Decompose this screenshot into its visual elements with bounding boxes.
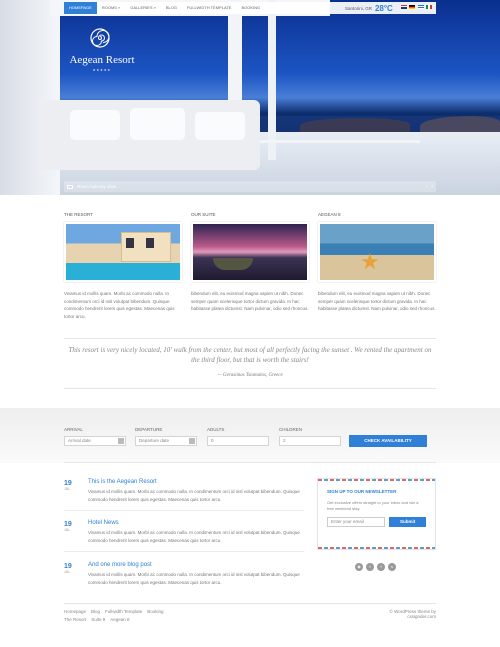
hero-island (300, 118, 410, 132)
footer-nav-secondary: The Resort Suite 8 Aegean 8 (64, 617, 130, 622)
post-date: 19 Jul (64, 480, 72, 491)
post-title[interactable]: Hotel News (88, 520, 119, 526)
slider-caption-bar: Room balcony view ‹ › (64, 181, 436, 192)
rss-icon[interactable]: ◉ (355, 563, 363, 571)
post-excerpt: Vivamus id mollis quam. Morbi ac commodo… (88, 530, 300, 543)
footer-nav: Homepage Blog Fullwidth Template Booking (64, 609, 163, 614)
post-month: Jul (64, 487, 71, 491)
aegean-thumbnail[interactable]: ★ (318, 222, 436, 282)
footer-link[interactable]: The Resort (64, 617, 86, 622)
post-title[interactable]: This is the Aegean Resort (88, 479, 157, 485)
testimonial-author: — Gerasimos Tsiamalos, Greece (217, 373, 283, 378)
hero-island (420, 116, 500, 132)
footer-link[interactable]: Aegean 8 (110, 617, 129, 622)
calendar-icon[interactable] (189, 438, 195, 444)
column-title: Our Suite (191, 212, 216, 217)
column-title: The Resort (64, 212, 93, 217)
footer-link[interactable]: Homepage (64, 609, 86, 614)
column-title: Aegean 8 (318, 212, 341, 217)
children-field[interactable]: 2 (279, 436, 341, 446)
divider (64, 551, 304, 552)
calendar-icon[interactable] (118, 438, 124, 444)
newsletter-box: Sign up to our newsletter Get exclusive … (317, 478, 436, 550)
flag-de-icon[interactable] (409, 5, 416, 9)
site-logo-text[interactable]: Aegean Resort (62, 54, 142, 66)
weather-widget: Santorini, GR 28°C (345, 4, 436, 13)
newsletter-submit-button[interactable]: Submit (389, 517, 426, 527)
footer-credit[interactable]: © WordPress theme by cssignder.com (360, 609, 437, 619)
newsletter-title: Sign up to our newsletter (327, 489, 397, 494)
post-title[interactable]: And one more blog post (88, 562, 152, 568)
post-day: 19 (64, 563, 72, 570)
departure-label: Departure (135, 427, 163, 432)
post-excerpt: Vivamus id mollis quam. Morbi ac commodo… (88, 572, 300, 585)
check-availability-button[interactable]: Check Availability (349, 435, 427, 447)
suite-thumbnail[interactable] (191, 222, 309, 282)
slider-caption: Room balcony view (77, 184, 117, 189)
testimonial-quote: This resort is very nicely located, 10' … (68, 346, 432, 364)
flag-it-icon[interactable] (426, 5, 432, 9)
nav-item-booking[interactable]: Booking (236, 2, 265, 14)
hero-railing (240, 140, 420, 176)
divider (64, 462, 436, 463)
adults-label: Adults (207, 427, 225, 432)
nav-item-blog[interactable]: Blog (161, 2, 182, 14)
rating-stars: ★★★★★ (92, 68, 112, 72)
post-month: Jul (64, 570, 71, 574)
footer-link[interactable]: Fullwidth Template (105, 609, 142, 614)
spiral-logo-icon[interactable] (90, 28, 110, 48)
arrival-date-field[interactable]: Arrival date (64, 436, 126, 446)
camera-icon (67, 184, 73, 189)
flag-uk-icon[interactable] (400, 5, 407, 9)
post-date: 19 Jul (64, 563, 72, 574)
adults-field[interactable]: 0 (207, 436, 269, 446)
post-date: 19 Jul (64, 521, 72, 532)
post-day: 19 (64, 521, 72, 528)
arrival-placeholder: Arrival date (68, 438, 91, 443)
weather-temperature: 28°C (374, 3, 393, 13)
hero-pillar (268, 0, 276, 160)
footer-link[interactable]: Suite 8 (91, 617, 105, 622)
nav-item-galleries[interactable]: Galleries » (125, 2, 161, 14)
children-label: Children (279, 427, 303, 432)
arrival-label: Arrival (64, 427, 83, 432)
twitter-icon[interactable]: t (366, 563, 374, 571)
post-day: 19 (64, 480, 72, 487)
footer-divider (64, 603, 436, 604)
main-nav: Homepage Rooms » Galleries » Blog Fullwi… (64, 2, 436, 14)
hero-slider (0, 0, 500, 195)
flag-gr-icon[interactable] (417, 5, 424, 9)
hero-couch (40, 100, 260, 170)
divider (64, 510, 304, 511)
divider (64, 388, 436, 389)
footer-link[interactable]: Blog (91, 609, 100, 614)
newsletter-email-input[interactable]: Enter your email (327, 517, 386, 527)
column-text: bibendum elit, eu euismod magna sapien u… (318, 291, 436, 311)
divider (64, 338, 436, 339)
departure-date-field[interactable]: Departure date (135, 436, 197, 446)
resort-thumbnail[interactable] (64, 222, 182, 282)
departure-placeholder: Departure date (139, 438, 170, 443)
nav-item-fullwidth[interactable]: Fullwidth Template (182, 2, 236, 14)
post-excerpt: Vivamus id mollis quam. Morbi ac commodo… (88, 489, 300, 502)
footer-link[interactable]: Booking (147, 609, 163, 614)
column-text: Vivamus id mollis quam. Morbi ac commodo… (64, 291, 175, 319)
weather-location: Santorini, GR (344, 5, 372, 11)
column-text: bibendum elit, eu euismod magna sapien u… (191, 291, 309, 311)
nav-item-rooms[interactable]: Rooms » (97, 2, 125, 14)
slider-next-icon[interactable]: › (431, 184, 433, 190)
social-links: ◉ t f s (355, 563, 396, 571)
skype-icon[interactable]: s (388, 563, 396, 571)
newsletter-text: Get exclusive offers straight to your in… (327, 500, 419, 511)
newsletter-stripe (318, 547, 435, 549)
slider-prev-icon[interactable]: ‹ (426, 184, 428, 190)
post-month: Jul (64, 528, 71, 532)
facebook-icon[interactable]: f (377, 563, 385, 571)
nav-item-homepage[interactable]: Homepage (64, 2, 97, 14)
